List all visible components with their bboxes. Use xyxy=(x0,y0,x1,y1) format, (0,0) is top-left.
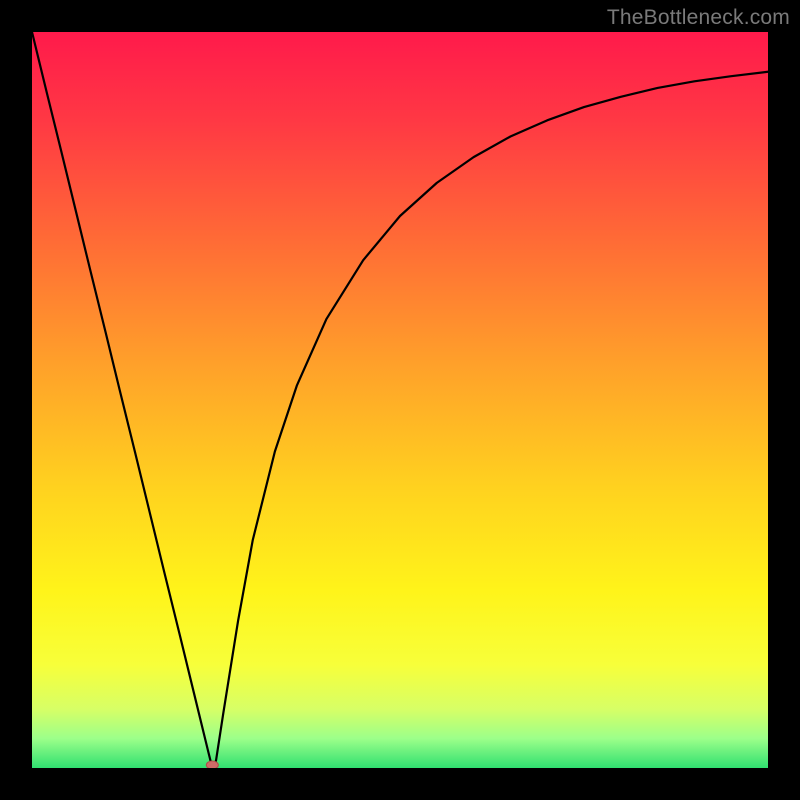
cusp-marker xyxy=(206,761,218,768)
bottleneck-curve xyxy=(32,32,768,768)
chart-frame: TheBottleneck.com xyxy=(0,0,800,800)
watermark-label: TheBottleneck.com xyxy=(607,6,790,30)
curve-layer xyxy=(32,32,768,768)
plot-area xyxy=(32,32,768,768)
